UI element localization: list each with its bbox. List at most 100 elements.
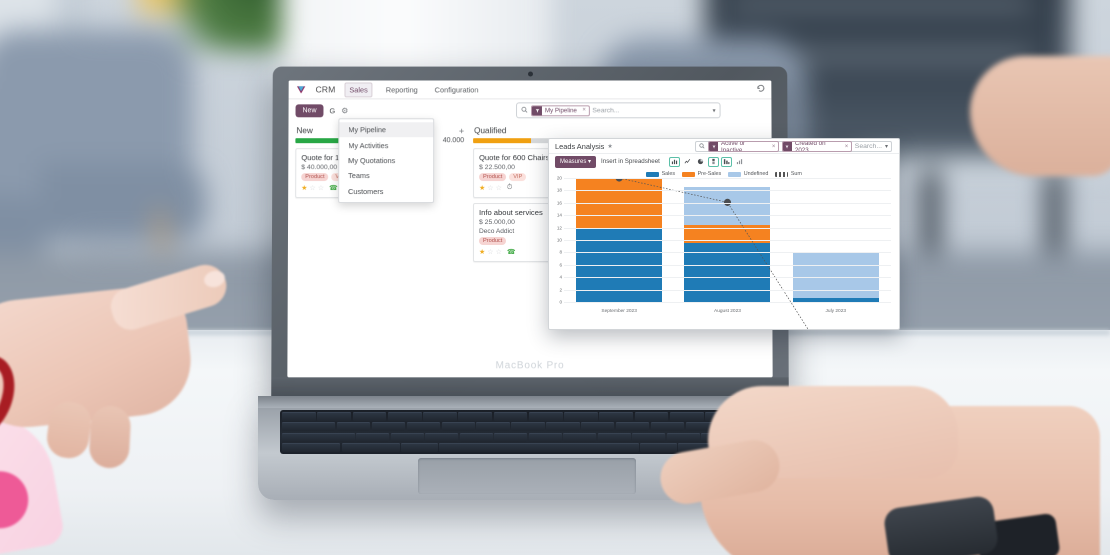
tag-product[interactable]: Product (478, 236, 507, 245)
star-icon[interactable]: ☆ (496, 184, 502, 192)
y-axis-tick-label: 20 (556, 175, 562, 181)
odoo-logo-icon[interactable] (296, 84, 307, 95)
sort-ascending-icon[interactable] (733, 156, 745, 167)
star-icon[interactable]: ☆ (309, 184, 315, 192)
chart-gridline (564, 277, 891, 279)
search-facet-created-on-2023[interactable]: Created on 2023 × (781, 141, 852, 152)
y-axis-tick-label: 2 (559, 287, 562, 293)
pie-chart-icon[interactable] (694, 156, 706, 167)
legend-item-sales[interactable]: Sales (646, 171, 675, 177)
legend-swatch (682, 171, 696, 177)
chevron-down-icon[interactable]: ▾ (885, 143, 888, 150)
star-icon[interactable]: ☆ (487, 184, 493, 192)
star-icon[interactable]: ★ (607, 143, 612, 150)
facet-label: Created on 2023 (794, 141, 826, 152)
search-facet-active-or-inactive[interactable]: Active or Inactive × (708, 141, 779, 152)
legend-item-sum[interactable]: Sum (775, 171, 802, 177)
facet-remove-icon[interactable]: × (769, 144, 778, 150)
y-axis-tick-label: 0 (559, 299, 562, 305)
chart-type-button-group (668, 156, 745, 167)
hand-right (650, 352, 1100, 555)
dropdown-item-my-activities[interactable]: My Activities (339, 138, 433, 153)
stacked-icon[interactable] (707, 156, 719, 167)
facet-remove-icon[interactable]: × (580, 107, 589, 113)
search-bar[interactable]: My Pipeline × Search... ▾ (516, 102, 721, 119)
facet-label: Active or Inactive (721, 141, 746, 152)
laptop-trackpad[interactable] (418, 458, 636, 494)
chart-gridline (564, 302, 891, 303)
star-icon[interactable]: ☆ (496, 248, 502, 256)
chart-gridline (564, 264, 891, 266)
tag-product[interactable]: Product (301, 173, 329, 182)
star-icon[interactable]: ★ (479, 248, 485, 256)
dropdown-item-teams[interactable]: Teams (339, 168, 433, 183)
kanban-column-header: Qualified (473, 125, 585, 138)
finger (88, 404, 132, 470)
filter-icon (709, 142, 718, 151)
dropdown-item-my-quotations[interactable]: My Quotations (339, 153, 433, 168)
legend-item-undefined[interactable]: Undefined (728, 171, 768, 177)
star-icon[interactable]: ★ (479, 184, 485, 192)
chart-bar-segment[interactable] (684, 187, 771, 225)
gear-icon[interactable]: ⚙ (341, 106, 348, 115)
kanban-column-title: Qualified (474, 126, 507, 136)
kanban-column-amount: 40.000 (442, 137, 465, 145)
legend-label: Sales (661, 171, 676, 177)
phone-icon[interactable]: ☎ (507, 248, 516, 256)
y-axis-tick-label: 8 (559, 249, 562, 255)
y-axis-tick-label: 12 (556, 225, 562, 231)
insert-in-spreadsheet-button[interactable]: Insert in Spreadsheet (601, 158, 660, 165)
leads-analysis-window[interactable]: Leads Analysis ★ Active or Inactive × Cr… (548, 138, 900, 330)
chevron-down-icon[interactable]: ▾ (713, 107, 716, 114)
star-icon[interactable]: ☆ (318, 184, 324, 192)
tag-vip[interactable]: VIP (509, 173, 527, 182)
crm-control-bar: New G ⚙ My Pipeline × Search... ▾ My Pip… (288, 99, 772, 203)
kanban-column-title: New (296, 126, 313, 136)
search-icon (521, 106, 528, 115)
sales-dropdown-menu[interactable]: My Pipeline My Activities My Quotations … (338, 118, 435, 203)
legend-swatch (775, 171, 789, 177)
pointing-hand-left (0, 259, 260, 555)
chart-gridline (564, 289, 891, 291)
y-axis-tick-label: 6 (559, 262, 562, 268)
legend-swatch (646, 171, 660, 177)
chart-gridline (564, 215, 891, 217)
nav-item-sales[interactable]: Sales (344, 81, 373, 97)
chart-legend: Sales Pre-Sales Undefined Sum (549, 169, 899, 178)
plus-icon[interactable]: + (459, 126, 464, 136)
star-icon[interactable]: ★ (301, 184, 307, 192)
leads-search-input[interactable]: Search... (855, 143, 882, 150)
new-button[interactable]: New (295, 103, 324, 117)
legend-swatch (728, 171, 742, 177)
dropdown-item-my-pipeline[interactable]: My Pipeline (339, 122, 434, 138)
navbar-right-icons[interactable] (756, 83, 765, 92)
activity-icon[interactable] (756, 83, 765, 92)
bar-chart-icon[interactable] (668, 156, 680, 167)
line-chart-icon[interactable] (681, 156, 693, 167)
chart-gridline (564, 202, 891, 204)
y-axis-tick-label: 4 (559, 274, 562, 280)
dropdown-item-customers[interactable]: Customers (339, 184, 433, 199)
facet-remove-icon[interactable]: × (842, 144, 851, 150)
leads-toolbar: Measures ▾ Insert in Spreadsheet (549, 154, 899, 169)
nav-item-configuration[interactable]: Configuration (431, 83, 483, 96)
nav-item-reporting[interactable]: Reporting (382, 83, 422, 96)
clock-icon[interactable]: ⏱ (507, 184, 512, 192)
chart-gridline (564, 178, 891, 179)
star-icon[interactable]: ☆ (487, 248, 493, 256)
search-facet-my-pipeline[interactable]: My Pipeline × (530, 104, 590, 116)
page-title: Leads Analysis (555, 141, 605, 151)
search-input[interactable]: Search... (592, 107, 619, 114)
measures-button[interactable]: Measures ▾ (555, 155, 597, 168)
sort-descending-icon[interactable] (720, 156, 732, 167)
legend-label: Pre-Sales (697, 171, 722, 177)
legend-item-pre-sales[interactable]: Pre-Sales (682, 171, 721, 177)
phone-icon[interactable]: ☎ (329, 184, 338, 192)
measures-label: Measures (560, 159, 587, 165)
chart-bar-segment[interactable] (792, 252, 879, 298)
filter-icon (531, 105, 542, 115)
crm-navbar: CRM Sales Reporting Configuration (288, 80, 772, 100)
breadcrumb[interactable]: G (329, 106, 335, 115)
leads-search-bar[interactable]: Active or Inactive × Created on 2023 × S… (695, 141, 892, 152)
tag-product[interactable]: Product (479, 173, 507, 182)
